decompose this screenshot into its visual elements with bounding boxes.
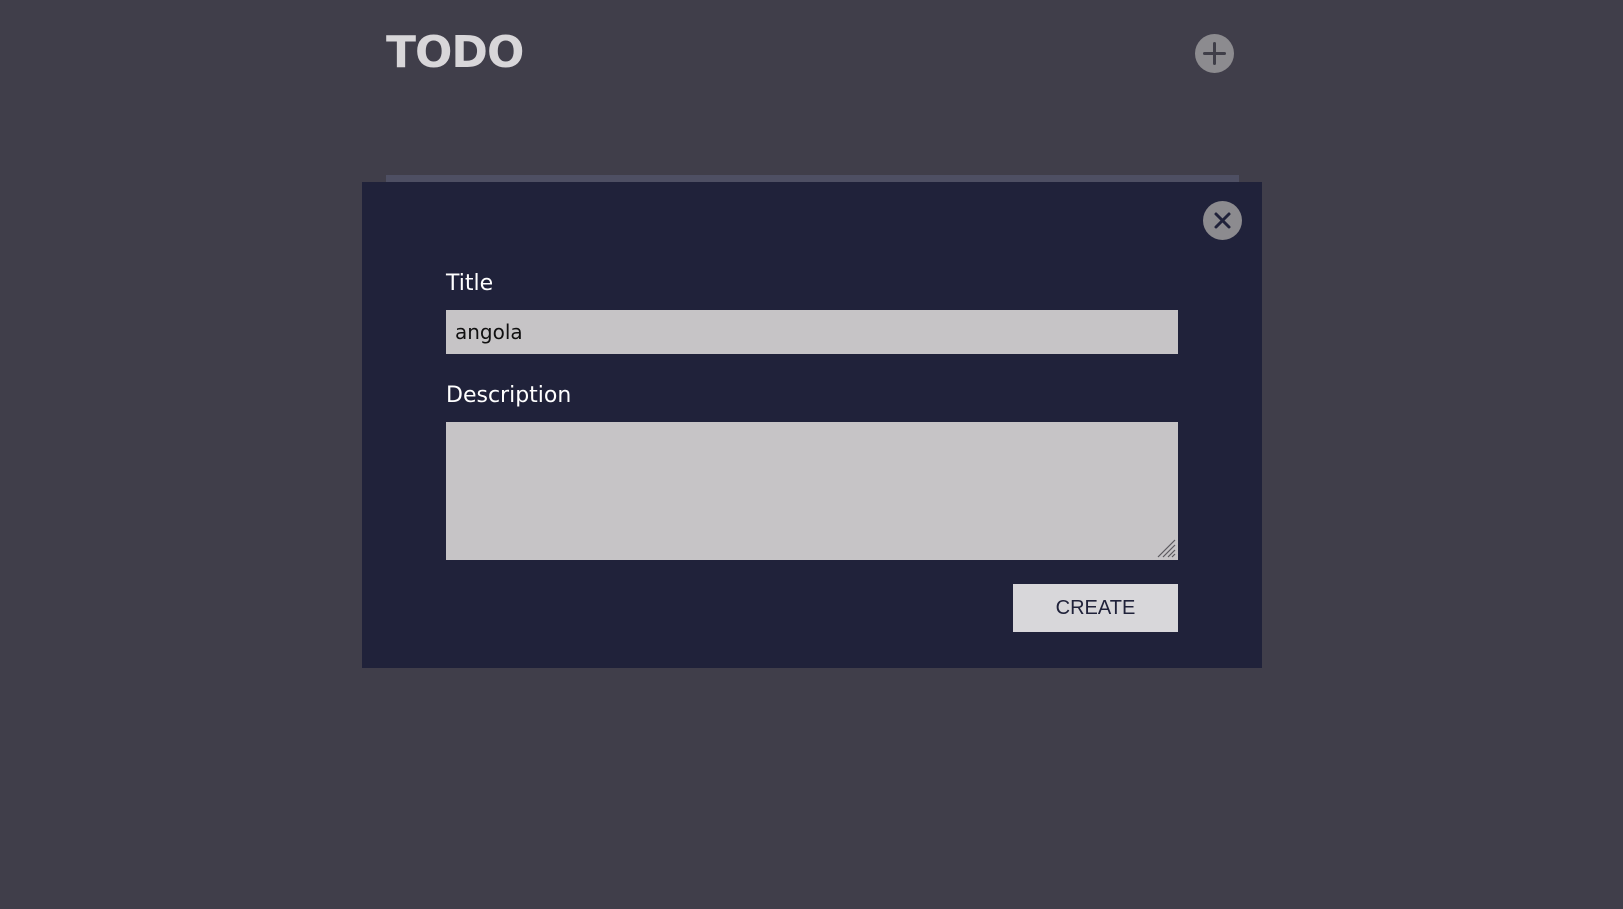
create-todo-modal: Title Description CREATE bbox=[362, 182, 1262, 668]
todo-app: TODO Title Description bbox=[0, 0, 1623, 909]
description-label: Description bbox=[446, 383, 572, 408]
close-modal-button[interactable] bbox=[1203, 201, 1242, 240]
title-input[interactable] bbox=[446, 310, 1178, 354]
create-button[interactable]: CREATE bbox=[1013, 584, 1178, 632]
add-todo-button[interactable] bbox=[1195, 34, 1234, 73]
title-label: Title bbox=[446, 271, 494, 296]
resize-grip-icon[interactable] bbox=[1156, 538, 1176, 558]
todo-list-top-edge bbox=[386, 175, 1239, 182]
app-title: TODO bbox=[386, 27, 524, 78]
description-textarea[interactable] bbox=[446, 422, 1178, 560]
